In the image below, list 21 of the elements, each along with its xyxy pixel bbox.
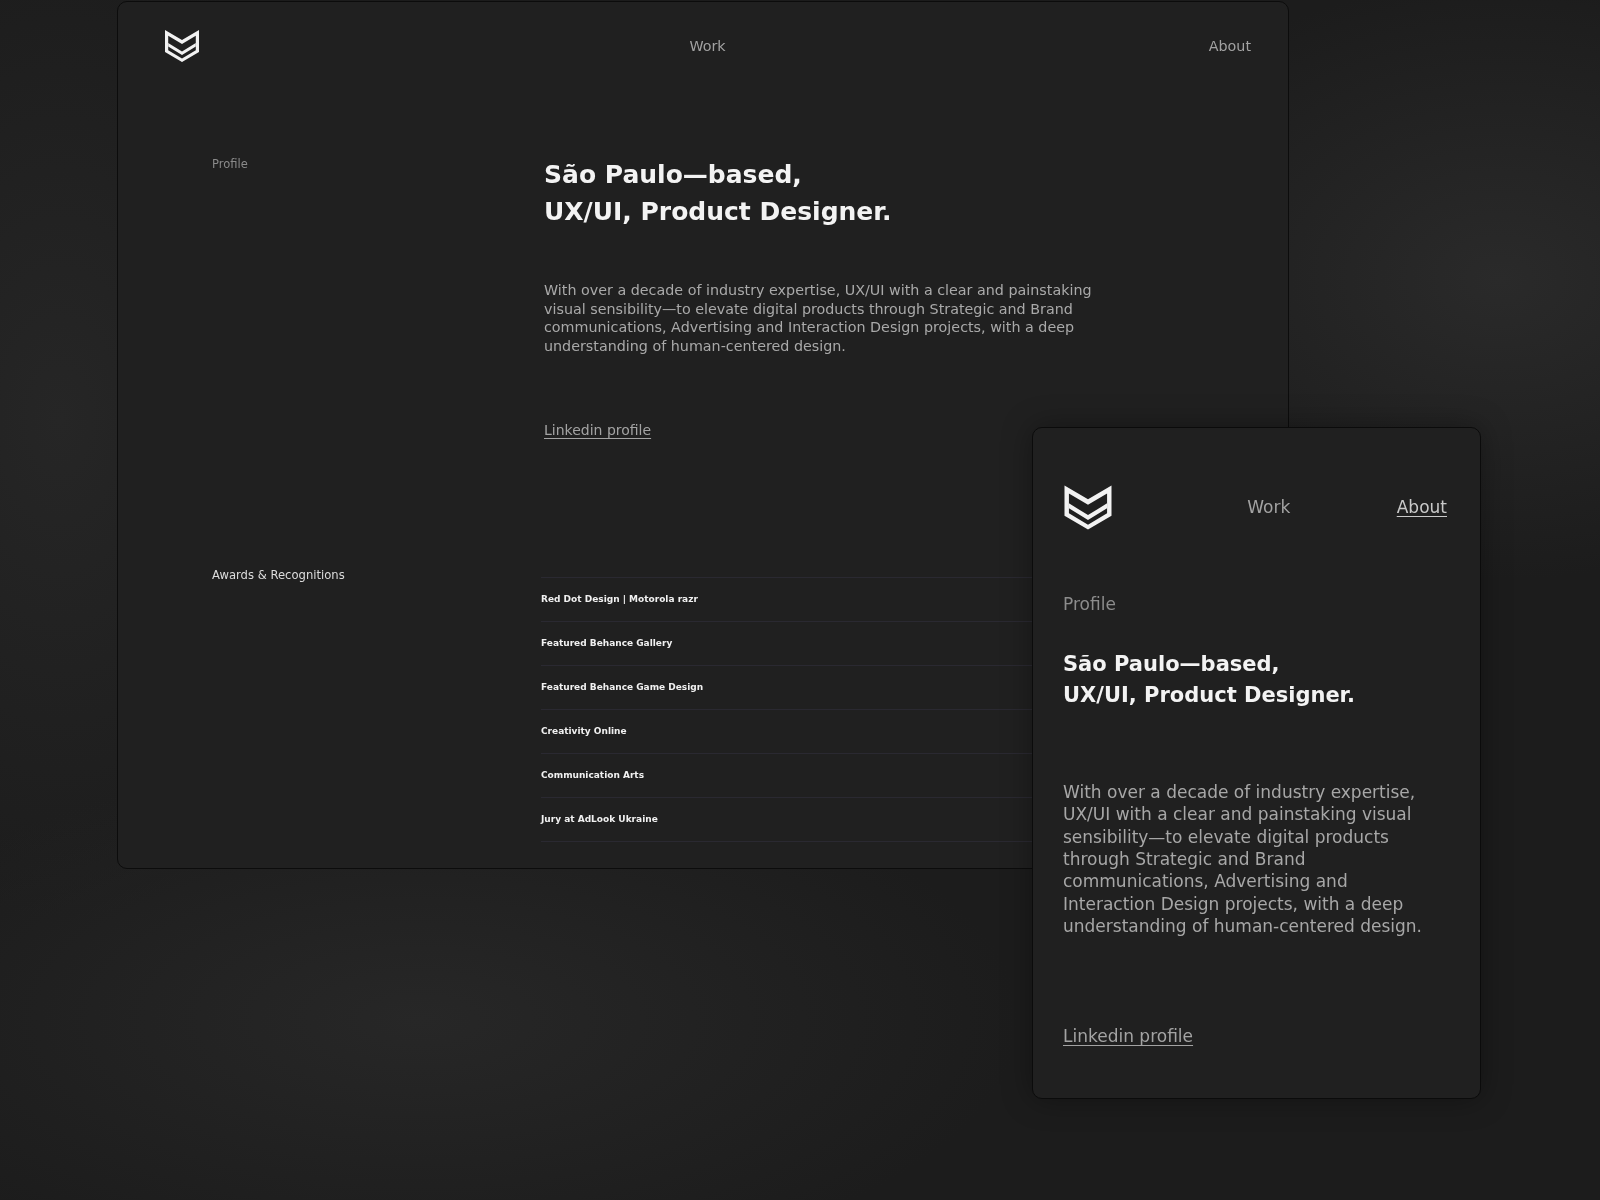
section-label: Profile	[212, 157, 248, 171]
award-title: Featured Behance Gallery	[541, 637, 673, 650]
award-title: Creativity Online	[541, 725, 627, 738]
award-title: Featured Behance Game Design	[541, 681, 704, 694]
award-title: Communication Arts	[541, 769, 645, 782]
bio-paragraph: With over a decade of industry expertise, UX/UI with a clear and painstaking visual sensibility—to elevate digital products through Strategic and Brand communications, Advertising and Interaction Design projects, with a deep understanding of human-centered design.	[544, 281, 1093, 356]
section-label: Awards & Recognitions	[212, 567, 345, 582]
logo-icon[interactable]	[164, 29, 200, 63]
award-title: Red Dot Design | Motorola razr	[541, 593, 698, 606]
award-title: Jury at AdLook Ukraine	[541, 813, 658, 826]
section-label: Profile	[1063, 594, 1116, 614]
nav-link[interactable]: About	[1396, 496, 1447, 519]
logo-icon[interactable]	[1063, 484, 1113, 531]
linkedin-link[interactable]: Linkedin profile	[544, 420, 652, 439]
nav-link[interactable]: Work	[689, 36, 726, 56]
nav-link[interactable]: Work	[1247, 496, 1291, 519]
nav-link[interactable]: About	[1208, 36, 1251, 56]
profile-heading: São Paulo—based, UX/UI, Product Designer.	[544, 159, 892, 228]
bio-paragraph: With over a decade of industry expertise, UX/UI with a clear and painstaking visual sensibility—to elevate digital products through Strategic and Brand communications, Advertising and Interaction Design projects, with a deep understanding of human-centered design.	[1063, 781, 1423, 938]
profile-heading: São Paulo—based, UX/UI, Product Designer.	[1063, 651, 1355, 709]
linkedin-link[interactable]: Linkedin profile	[1063, 1025, 1194, 1048]
